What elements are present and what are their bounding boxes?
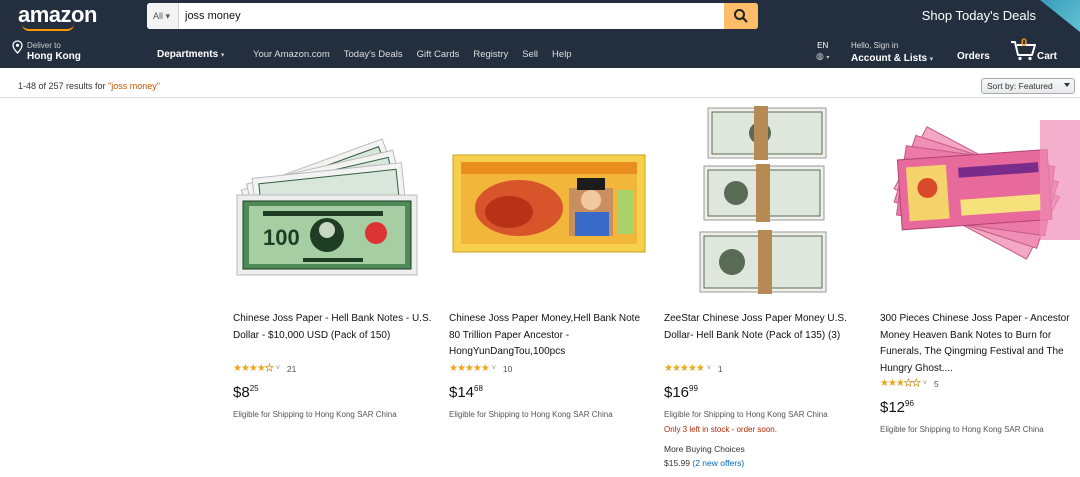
departments-label: Departments (157, 49, 219, 60)
search-scope-select[interactable]: All ▾ (147, 3, 179, 29)
nav-link-your-amazon[interactable]: Your Amazon.com (253, 49, 330, 60)
orders-link[interactable]: Orders (957, 51, 990, 62)
shipping-eligibility: Eligible for Shipping to Hong Kong SAR C… (880, 425, 1044, 434)
product-rating[interactable]: ★★★★★ ˅ 1 (664, 363, 723, 374)
chevron-down-icon: ˅ (922, 380, 927, 387)
departments-menu[interactable]: Departments ▾ (157, 49, 224, 60)
results-range: 1-48 of 257 results for (18, 81, 109, 91)
shipping-eligibility: Eligible for Shipping to Hong Kong SAR C… (449, 410, 613, 419)
chevron-down-icon: ˅ (706, 365, 711, 372)
chevron-down-icon: ˅ (491, 365, 496, 372)
sort-label: Sort by: Featured (987, 81, 1053, 91)
star-rating-icon: ★★★★★ (449, 363, 490, 374)
search-icon (734, 9, 748, 23)
account-menu[interactable]: Hello, Sign in Account & Lists ▾ (851, 40, 933, 66)
product-title[interactable]: Chinese Joss Paper Money,Hell Bank Note … (449, 311, 649, 361)
chevron-down-icon: ▾ (220, 52, 225, 59)
review-count: 5 (933, 378, 939, 389)
price-fraction: 99 (689, 384, 698, 393)
language-selector[interactable]: EN ◍ ▾ (816, 40, 829, 64)
review-count: 21 (286, 363, 297, 374)
search-button[interactable] (724, 3, 758, 29)
price-whole: $12 (880, 399, 906, 416)
sort-dropdown[interactable]: Sort by: Featured (981, 78, 1075, 94)
deliver-location: Hong Kong (27, 51, 81, 62)
product-price[interactable]: $1699 (664, 384, 698, 401)
nav-link-gift-cards[interactable]: Gift Cards (417, 49, 460, 60)
offer-price: $15.99 (664, 458, 690, 468)
results-query: "joss money" (108, 81, 160, 91)
shipping-eligibility: Eligible for Shipping to Hong Kong SAR C… (233, 410, 397, 419)
cart-label: Cart (1037, 51, 1058, 62)
product-title[interactable]: ZeeStar Chinese Joss Paper Money U.S. Do… (664, 311, 864, 344)
nav-link-todays-deals[interactable]: Today's Deals (344, 49, 403, 60)
globe-icon: ◍ ▾ (816, 51, 830, 61)
nav-links: Your Amazon.com Today's Deals Gift Cards… (253, 49, 572, 60)
shop-deals-promo[interactable]: Shop Today's Deals (922, 8, 1036, 23)
price-fraction: 96 (905, 399, 914, 408)
star-rating-icon: ★★★★★ (233, 363, 274, 375)
shipping-eligibility: Eligible for Shipping to Hong Kong SAR C… (664, 410, 828, 419)
star-rating-icon: ★★★★★ (664, 363, 705, 374)
location-pin-icon (12, 40, 23, 54)
language-code: EN (817, 41, 829, 50)
product-image[interactable] (880, 100, 1080, 300)
star-rating-icon: ★★★★★ (880, 378, 921, 390)
price-fraction: 68 (474, 384, 483, 393)
price-fraction: 25 (249, 384, 259, 393)
nav-link-registry[interactable]: Registry (473, 49, 508, 60)
product-image[interactable]: 100 (233, 100, 438, 300)
review-count: 1 (717, 363, 723, 374)
product-rating[interactable]: ★★★★★ ˅ 5 (880, 378, 939, 390)
deliver-to[interactable]: Deliver to Hong Kong (12, 40, 81, 62)
product-title[interactable]: Chinese Joss Paper - Hell Bank Notes - U… (233, 311, 433, 344)
search-bar: All ▾ (147, 3, 758, 29)
product-price[interactable]: $1468 (449, 384, 483, 401)
chevron-down-icon: ˅ (275, 365, 280, 372)
results-count: 1-48 of 257 results for "joss money" (18, 81, 160, 91)
search-input[interactable] (183, 3, 723, 29)
logo-smile-icon (22, 24, 74, 31)
offer-line: $15.99 (2 new offers) (664, 458, 744, 468)
price-whole: $14 (449, 384, 475, 401)
chevron-down-icon: ▾ (929, 56, 934, 63)
price-whole: $16 (664, 384, 690, 401)
cart-count: 0 (1021, 37, 1028, 49)
product-title[interactable]: 300 Pieces Chinese Joss Paper - Ancestor… (880, 311, 1080, 377)
price-whole: $8 (233, 384, 250, 401)
more-buying-choices: More Buying Choices (664, 444, 745, 454)
product-image[interactable] (664, 100, 869, 300)
svg-text:100: 100 (263, 225, 300, 250)
account-greeting: Hello, Sign in (851, 41, 899, 50)
chevron-down-icon (1064, 83, 1070, 87)
nav-link-sell[interactable]: Sell (522, 49, 538, 60)
review-count: 10 (502, 363, 513, 374)
results-divider (0, 97, 1080, 98)
new-offers-link[interactable]: (2 new offers) (692, 458, 744, 468)
product-price[interactable]: $1296 (880, 399, 914, 416)
product-image[interactable] (449, 100, 654, 300)
product-rating[interactable]: ★★★★★ ˅ 10 (449, 363, 512, 374)
product-rating[interactable]: ★★★★★ ˅ 21 (233, 363, 297, 375)
product-price[interactable]: $825 (233, 384, 259, 401)
deliver-label: Deliver to (27, 41, 61, 50)
stock-warning: Only 3 left in stock - order soon. (664, 425, 777, 434)
nav-link-help[interactable]: Help (552, 49, 572, 60)
search-scope-label: All (153, 11, 164, 21)
account-lists-label: Account & Lists (851, 53, 928, 64)
